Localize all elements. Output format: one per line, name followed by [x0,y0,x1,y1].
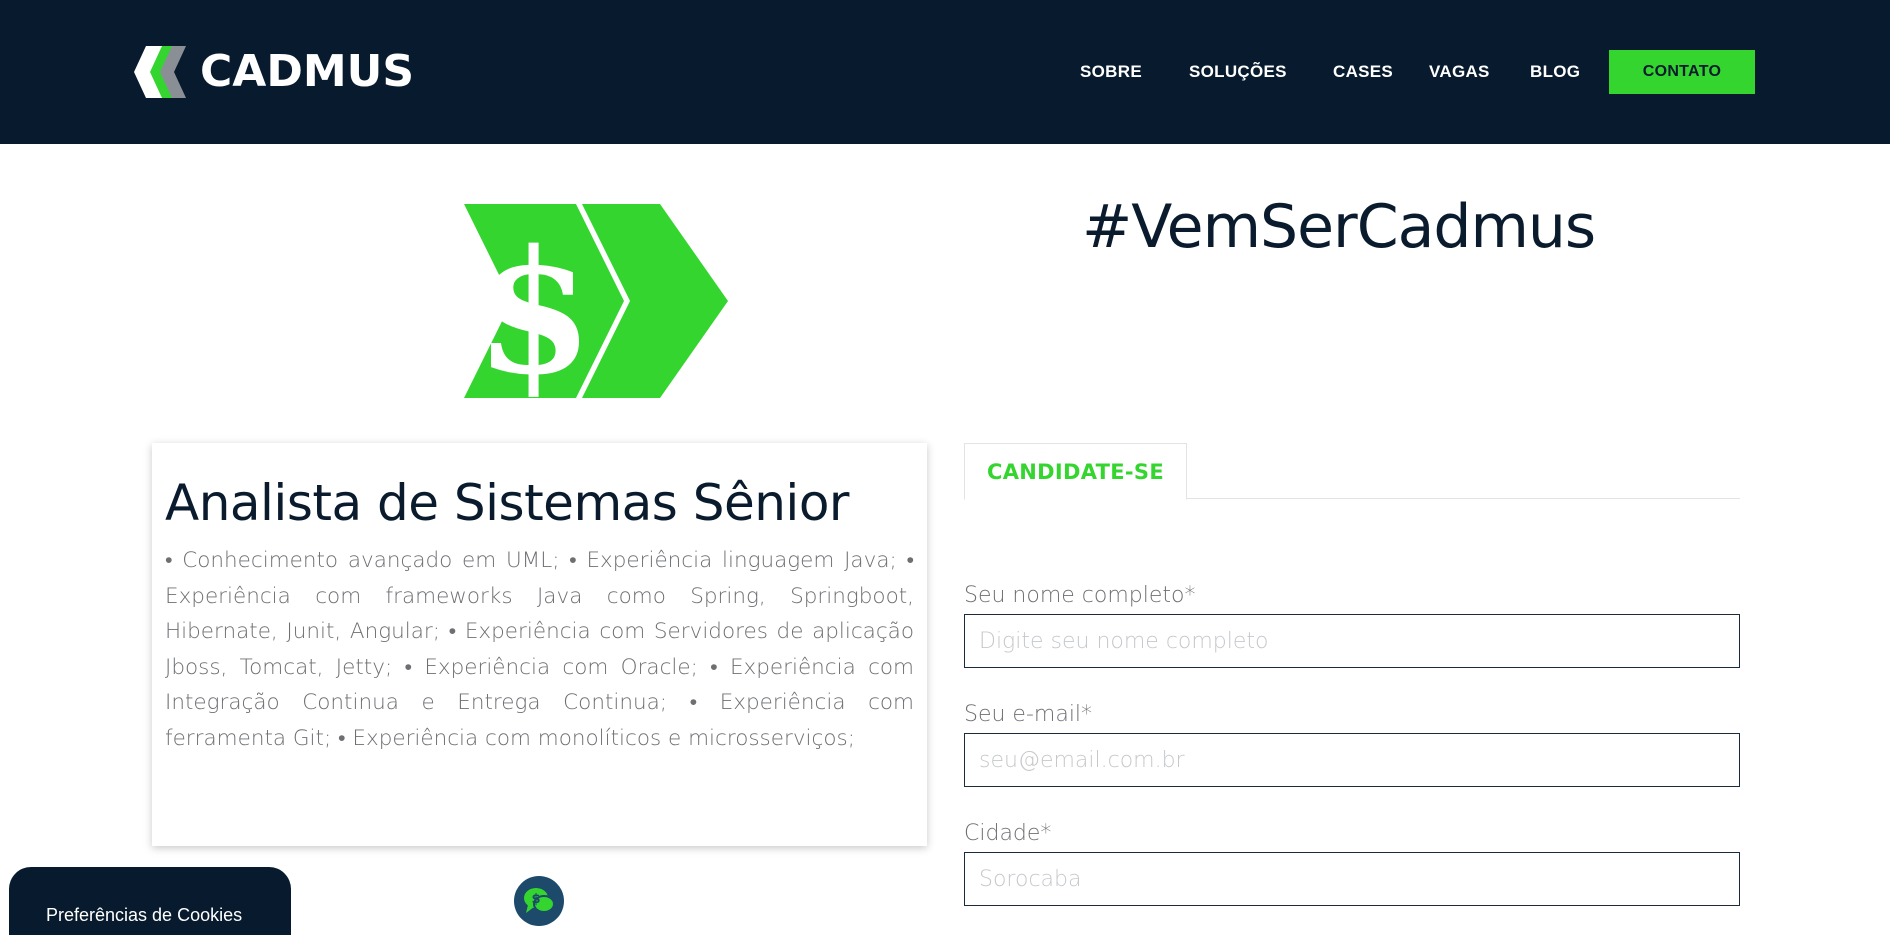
job-title: Analista de Sistemas Sênior [165,474,849,532]
svg-text:$: $ [475,213,593,398]
cadmus-logo-icon [134,46,186,98]
cookie-preferences-button[interactable]: Preferências de Cookies [9,867,291,935]
form-tabs: CANDIDATE-SE [964,443,1740,500]
contato-button[interactable]: CONTATO [1609,50,1755,94]
dollar-chevron-icon: $ [464,204,728,398]
nav-cases[interactable]: CASES [1333,62,1393,82]
nav-solucoes[interactable]: SOLUÇÕES [1189,62,1287,82]
tab-candidate-se[interactable]: CANDIDATE-SE [964,443,1187,500]
city-label: Cidade* [964,821,1052,846]
nav-vagas[interactable]: VAGAS [1429,62,1490,82]
chat-bubble-icon[interactable]: $ [514,876,564,926]
job-description: • Conhecimento avançado em UML; • Experi… [165,548,914,751]
chat-dollar-icon: $ [524,888,555,913]
nav-blog[interactable]: BLOG [1530,62,1580,82]
name-label: Seu nome completo* [964,583,1196,608]
vem-ser-cadmus-heading: #VemSerCadmus [1082,192,1596,262]
email-label: Seu e-mail* [964,702,1093,727]
brand-name: CADMUS [200,46,415,97]
city-field[interactable] [964,852,1740,906]
job-card: Analista de Sistemas Sênior • Conhecimen… [152,443,927,846]
site-header: CADMUS SOBRE SOLUÇÕES CASES VAGAS BLOG C… [0,0,1890,144]
nav-sobre[interactable]: SOBRE [1080,62,1142,82]
name-field[interactable] [964,614,1740,668]
svg-text:$: $ [531,892,540,907]
cadmus-logo[interactable]: CADMUS [132,46,414,98]
cookie-preferences-label: Preferências de Cookies [46,905,243,925]
email-field[interactable] [964,733,1740,787]
